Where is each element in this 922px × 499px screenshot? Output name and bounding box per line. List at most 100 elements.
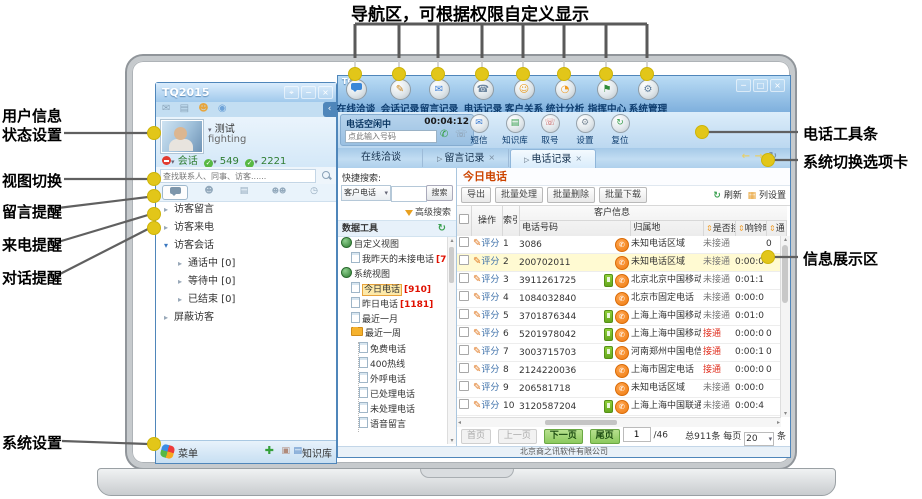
- rate-link[interactable]: 评分: [481, 329, 499, 339]
- data-tree-item[interactable]: 未处理电话: [359, 402, 448, 417]
- row-checkbox[interactable]: [459, 363, 469, 373]
- first-page-button[interactable]: 首页: [461, 429, 491, 444]
- refresh-tab-icon[interactable]: ↻: [769, 151, 777, 162]
- view-contacts-icon[interactable]: ☻: [197, 185, 221, 198]
- phone-button-4[interactable]: ⚙设置: [565, 114, 605, 146]
- scroll-up-icon[interactable]: ▴: [448, 237, 456, 244]
- sort-icon[interactable]: ⇕: [706, 224, 713, 233]
- sort-icon[interactable]: ⇕: [738, 224, 745, 233]
- visitor-tree-item[interactable]: ▸屏蔽访客: [156, 309, 336, 327]
- grid-toolbar-button-4[interactable]: 批量下载: [599, 187, 647, 203]
- view-group-icon[interactable]: ☻☻: [267, 185, 291, 198]
- phone-button-5[interactable]: ↻复位: [600, 114, 640, 146]
- pin-button[interactable]: ⌖: [284, 86, 299, 99]
- forward-arrow-icon[interactable]: →: [755, 151, 763, 162]
- close-button[interactable]: ×: [318, 86, 333, 99]
- visitor-tree-subitem[interactable]: ▸等待中 [0]: [156, 273, 336, 291]
- row-checkbox[interactable]: [459, 399, 469, 409]
- message-icon[interactable]: ▣: [281, 446, 290, 456]
- scrollbar-thumb[interactable]: [545, 420, 617, 425]
- phone-number-input[interactable]: [345, 130, 437, 143]
- column-settings-button[interactable]: 列设置: [759, 191, 786, 201]
- column-settings-icon[interactable]: ▦: [748, 191, 757, 201]
- nav-item-5[interactable]: ☺客户关系: [502, 79, 546, 115]
- nav-item-3[interactable]: ✉留言记录: [417, 79, 461, 115]
- rate-link[interactable]: 评分: [481, 365, 499, 375]
- dial-icon[interactable]: ✆: [440, 129, 448, 140]
- sort-icon[interactable]: ⇕: [769, 224, 776, 233]
- table-row[interactable]: ✎评分9206581718✆未知电话区域未接通0:00:08: [457, 380, 790, 398]
- rate-link[interactable]: 评分: [481, 383, 499, 393]
- rate-link[interactable]: 评分: [481, 293, 499, 303]
- table-row[interactable]: ✎评分33911261725✆北京北京中国移动未接通0:01:12: [457, 272, 790, 290]
- table-row[interactable]: ✎评分13086✆未知电话区域未接通0: [457, 236, 790, 254]
- rate-link[interactable]: 评分: [481, 347, 499, 357]
- quick-search-input[interactable]: [391, 186, 427, 202]
- table-row[interactable]: ✎评分53701876344✆上海上海中国移动未接通0:01:07: [457, 308, 790, 326]
- menu-button[interactable]: 菜单: [178, 445, 198, 460]
- search-icon[interactable]: [322, 171, 330, 179]
- visitor-tree-subitem[interactable]: ▸通话中 [0]: [156, 255, 336, 273]
- mail-icon[interactable]: ✉: [162, 103, 170, 114]
- select-all-checkbox[interactable]: [459, 214, 469, 224]
- row-checkbox[interactable]: [459, 345, 469, 355]
- back-arrow-icon[interactable]: ←: [742, 151, 750, 162]
- scroll-down-icon[interactable]: ▾: [448, 437, 456, 444]
- data-tree-root[interactable]: 系统视图: [338, 267, 448, 282]
- phone-button-3[interactable]: ☏取号: [530, 114, 570, 146]
- close-tab-icon[interactable]: ×: [575, 154, 582, 163]
- table-row[interactable]: ✎评分73003715703✆河南郑州中国电信接通0:00:120: [457, 344, 790, 362]
- row-checkbox[interactable]: [459, 237, 469, 247]
- column-header-ans[interactable]: ⇕是否接: [704, 221, 736, 236]
- refresh-icon[interactable]: ↻: [713, 191, 721, 201]
- per-page-select[interactable]: 20▾: [744, 432, 774, 446]
- scroll-down-icon[interactable]: ▾: [781, 410, 790, 417]
- column-header-phone[interactable]: 电话号码: [520, 221, 631, 236]
- view-chat-icon[interactable]: [162, 185, 188, 200]
- prev-page-button[interactable]: 上一页: [498, 429, 537, 444]
- help-icon[interactable]: ◉: [218, 103, 227, 114]
- grid-toolbar-button-1[interactable]: 导出: [461, 187, 491, 203]
- avatar[interactable]: [161, 120, 203, 153]
- maximize-button[interactable]: □: [753, 79, 768, 92]
- contact-search-input[interactable]: [160, 169, 316, 183]
- data-tree-item[interactable]: 语音留言: [359, 417, 448, 432]
- close-tab-icon[interactable]: ×: [488, 153, 495, 162]
- table-row[interactable]: ✎评分41084032840✆北京市固定电话未接通0:00:05: [457, 290, 790, 308]
- grid-toolbar-button-2[interactable]: 批量处理: [495, 187, 543, 203]
- app-logo-icon[interactable]: [160, 444, 176, 460]
- nav-item-4[interactable]: ☎电话记录: [461, 79, 505, 115]
- scroll-left-icon[interactable]: ◂: [458, 419, 461, 426]
- knowledge-base-icon[interactable]: ▤: [293, 446, 302, 456]
- row-checkbox[interactable]: [459, 327, 469, 337]
- busy-status-icon[interactable]: [162, 156, 171, 165]
- row-checkbox[interactable]: [459, 255, 469, 265]
- contact-icon[interactable]: ☻: [198, 103, 208, 114]
- data-tree-item[interactable]: 我昨天的未接电话[775]: [338, 252, 448, 267]
- data-tree-item[interactable]: 最近一周: [338, 327, 448, 342]
- minimize-button[interactable]: −: [301, 86, 316, 99]
- close-button[interactable]: ×: [770, 79, 785, 92]
- nav-item-8[interactable]: ⚙系统管理: [626, 79, 670, 115]
- table-row[interactable]: ✎评分82124220036✆上海市固定电话接通0:00:090: [457, 362, 790, 380]
- visitor-tree-item[interactable]: ▾访客会话: [156, 237, 336, 255]
- data-tree-item[interactable]: 昨日电话[1181]: [338, 297, 448, 312]
- row-checkbox[interactable]: [459, 291, 469, 301]
- visitor-tree-item[interactable]: ▸访客留言: [156, 201, 336, 219]
- last-page-button[interactable]: 尾页: [590, 429, 620, 444]
- column-header-area[interactable]: 归属地: [631, 221, 704, 236]
- status-count-2[interactable]: 2221: [261, 156, 286, 167]
- grid-toolbar-button-3[interactable]: 批量删除: [547, 187, 595, 203]
- status-label[interactable]: 会话: [178, 156, 198, 167]
- rate-link[interactable]: 评分: [481, 275, 499, 285]
- column-header-talk[interactable]: ⇕通: [767, 221, 787, 236]
- nav-item-1[interactable]: 在线洽谈: [334, 79, 378, 115]
- data-tree-item[interactable]: 免费电话: [359, 342, 448, 357]
- data-tree-item[interactable]: 最近一月: [338, 312, 448, 327]
- row-checkbox[interactable]: [459, 381, 469, 391]
- visitor-tree-item[interactable]: ▸访客来电: [156, 219, 336, 237]
- search-button[interactable]: 搜索: [426, 185, 453, 201]
- tab-1[interactable]: 在线洽谈: [340, 149, 423, 167]
- next-page-button[interactable]: 下一页: [544, 429, 583, 444]
- tab-2[interactable]: ▷留言记录×: [424, 149, 509, 167]
